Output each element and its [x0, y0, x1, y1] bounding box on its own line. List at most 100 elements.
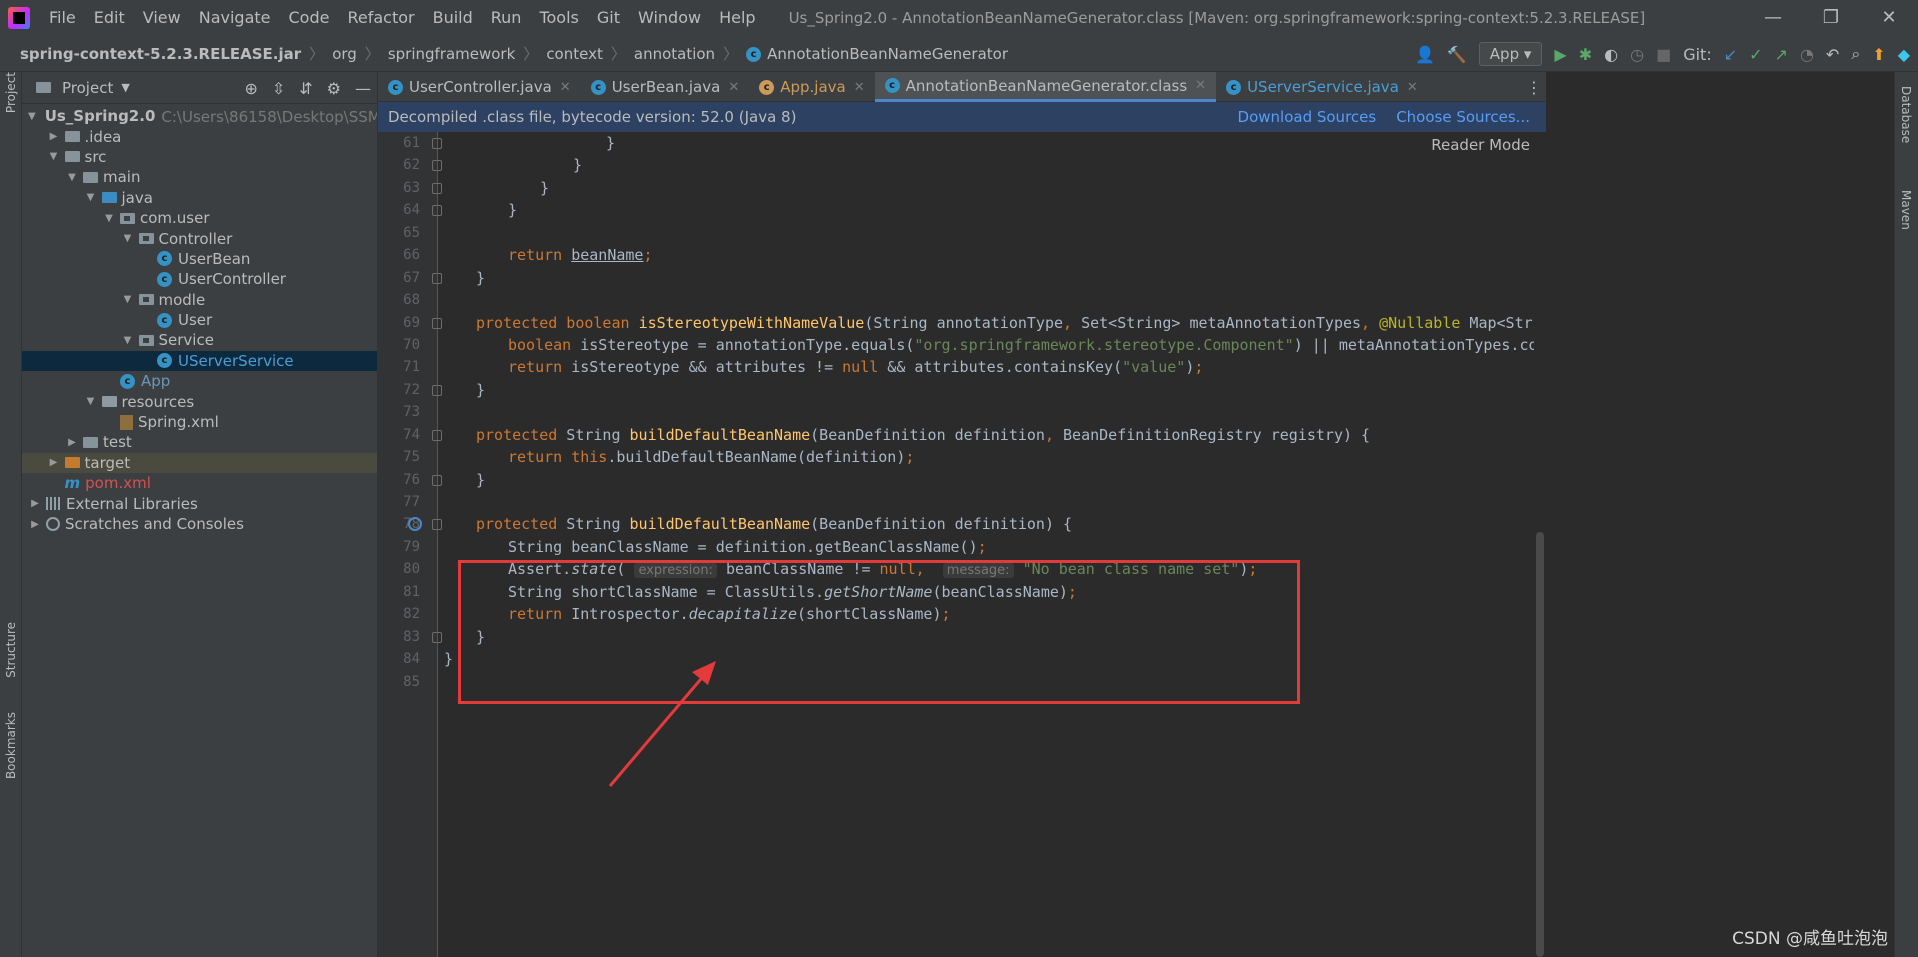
build-hammer-icon[interactable]: 🔨 [1447, 45, 1467, 64]
tree-item[interactable]: c App [22, 371, 377, 391]
tree-item[interactable]: ▼ resources [22, 391, 377, 411]
menu-git[interactable]: Git [588, 0, 629, 36]
tree-item[interactable]: ▼ com.user [22, 208, 377, 228]
chevron-down-icon[interactable]: ▼ [121, 335, 135, 346]
chevron-right-icon[interactable]: ▶ [28, 498, 42, 509]
tree-item[interactable]: c User [22, 310, 377, 330]
breadcrumb-item[interactable]: org [326, 45, 363, 63]
menu-run[interactable]: Run [482, 0, 531, 36]
plugin-icon[interactable]: ◆ [1898, 45, 1910, 64]
menu-help[interactable]: Help [710, 0, 764, 36]
editor-tab[interactable]: c UServerService.java ✕ [1216, 72, 1428, 102]
project-tool-tab[interactable]: Project [4, 72, 18, 113]
maximize-button[interactable]: ❐ [1802, 0, 1860, 36]
tree-item[interactable]: ▼ Service [22, 330, 377, 350]
menu-edit[interactable]: Edit [85, 0, 134, 36]
tree-item[interactable]: ▶ test [22, 432, 377, 452]
minimize-button[interactable]: — [1744, 0, 1802, 36]
editor-tab[interactable]: c UserController.java ✕ [378, 72, 581, 102]
close-tab-icon[interactable]: ✕ [1195, 78, 1206, 93]
project-panel-title[interactable]: Project [62, 79, 113, 97]
menu-file[interactable]: File [40, 0, 85, 36]
stop-icon[interactable]: ■ [1656, 45, 1671, 64]
tree-item[interactable]: ▼ main [22, 167, 377, 187]
tree-item[interactable]: ▶ .idea [22, 126, 377, 146]
chevron-down-icon[interactable]: ▼ [121, 294, 135, 305]
tree-item[interactable]: ▼ src [22, 147, 377, 167]
editor-tab[interactable]: c App.java ✕ [749, 72, 874, 102]
hide-panel-icon[interactable]: — [355, 79, 371, 98]
editor-tab[interactable]: c AnnotationBeanNameGenerator.class ✕ [874, 72, 1217, 102]
tree-item[interactable]: m pom.xml [22, 473, 377, 493]
chevron-right-icon[interactable]: ▶ [28, 519, 42, 530]
more-tabs-icon[interactable]: ⋮ [1526, 78, 1542, 97]
editor-tab[interactable]: c UserBean.java ✕ [581, 72, 750, 102]
gear-icon[interactable]: ⚙ [327, 79, 341, 98]
close-tab-icon[interactable]: ✕ [728, 80, 739, 95]
chevron-down-icon[interactable]: ▼ [102, 213, 116, 224]
chevron-down-icon[interactable]: ▼ [65, 172, 79, 183]
tree-item[interactable]: ▶ target [22, 452, 377, 474]
structure-tool-tab[interactable]: Structure [4, 622, 18, 678]
collapse-all-icon[interactable]: ⇵ [299, 79, 312, 98]
tree-item[interactable]: Spring.xml [22, 412, 377, 432]
locate-icon[interactable]: ⊕ [244, 79, 257, 98]
tree-item[interactable]: c UServerService [22, 350, 377, 372]
breadcrumb-item[interactable]: context [540, 45, 609, 63]
maven-tool-tab[interactable]: Maven [1899, 190, 1913, 230]
close-window-button[interactable]: ✕ [1860, 0, 1918, 36]
run-icon[interactable]: ▶ [1554, 45, 1566, 64]
vertical-scrollbar[interactable] [1534, 132, 1546, 957]
tree-item[interactable]: ▶ External Libraries [22, 493, 377, 513]
update-icon[interactable]: ⬆ [1872, 45, 1885, 64]
choose-sources-link[interactable]: Choose Sources... [1396, 108, 1530, 126]
menu-window[interactable]: Window [629, 0, 710, 36]
debug-icon[interactable]: ✱ [1579, 45, 1592, 64]
breadcrumb-item[interactable]: spring-context-5.2.3.RELEASE.jar [14, 45, 307, 63]
chevron-down-icon[interactable]: ▼ [84, 192, 98, 203]
menu-code[interactable]: Code [280, 0, 339, 36]
git-update-icon[interactable]: ↙ [1724, 45, 1737, 64]
close-tab-icon[interactable]: ✕ [854, 80, 865, 95]
chevron-down-icon[interactable]: ▼ [121, 81, 129, 94]
menu-build[interactable]: Build [424, 0, 482, 36]
chevron-down-icon[interactable]: ▼ [121, 233, 135, 244]
coverage-icon[interactable]: ◐ [1604, 45, 1618, 64]
history-icon[interactable]: ◔ [1800, 45, 1814, 64]
tree-item[interactable]: ▼ java [22, 188, 377, 208]
menu-refactor[interactable]: Refactor [338, 0, 423, 36]
breadcrumb-item[interactable]: c AnnotationBeanNameGenerator [740, 45, 1014, 63]
chevron-right-icon[interactable]: ▶ [47, 131, 61, 142]
git-push-icon[interactable]: ↗ [1775, 45, 1788, 64]
tree-item[interactable]: ▼ modle [22, 290, 377, 310]
menu-tools[interactable]: Tools [530, 0, 587, 36]
expand-all-icon[interactable]: ⇳ [272, 79, 285, 98]
user-icon[interactable]: 👤 [1415, 45, 1435, 64]
git-commit-icon[interactable]: ✓ [1749, 45, 1762, 64]
scrollbar-thumb[interactable] [1536, 532, 1544, 957]
breadcrumb-item[interactable]: springframework [382, 45, 521, 63]
menu-view[interactable]: View [134, 0, 190, 36]
download-sources-link[interactable]: Download Sources [1238, 108, 1377, 126]
code-area[interactable]: 61} 62} 63} 64} 65 66 return beanName; 67… [378, 132, 1546, 957]
tree-item[interactable]: c UserController [22, 269, 377, 289]
breadcrumb-item[interactable]: annotation [628, 45, 721, 63]
tree-item[interactable]: ▶ Scratches and Consoles [22, 514, 377, 534]
run-config-select[interactable]: App ▾ [1478, 42, 1543, 66]
tree-item[interactable]: ▼ Us_Spring2.0 C:\Users\86158\Desktop\SSM框… [22, 106, 377, 126]
chevron-right-icon[interactable]: ▶ [65, 437, 79, 448]
chevron-down-icon[interactable]: ▼ [28, 111, 36, 122]
chevron-down-icon[interactable]: ▼ [84, 396, 98, 407]
database-tool-tab[interactable]: Database [1899, 86, 1913, 143]
tree-item[interactable]: ▼ Controller [22, 228, 377, 248]
menu-navigate[interactable]: Navigate [190, 0, 280, 36]
tree-item[interactable]: c UserBean [22, 249, 377, 269]
bookmarks-tool-tab[interactable]: Bookmarks [4, 712, 18, 779]
profile-icon[interactable]: ◷ [1630, 45, 1644, 64]
chevron-down-icon[interactable]: ▼ [47, 151, 61, 162]
search-icon[interactable]: ⌕ [1851, 44, 1860, 64]
rollback-icon[interactable]: ↶ [1826, 45, 1839, 64]
close-tab-icon[interactable]: ✕ [1407, 80, 1418, 95]
chevron-right-icon[interactable]: ▶ [47, 457, 61, 468]
close-tab-icon[interactable]: ✕ [560, 80, 571, 95]
